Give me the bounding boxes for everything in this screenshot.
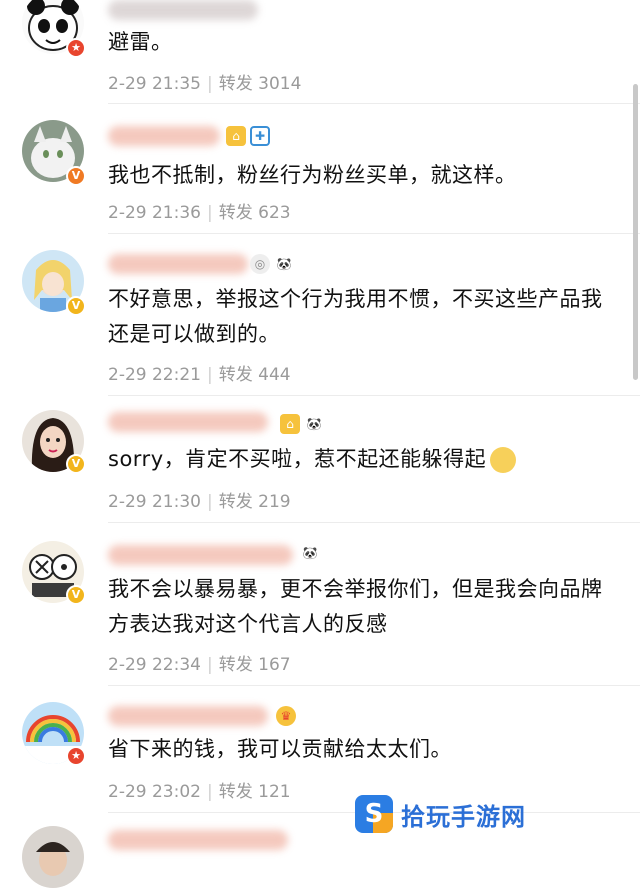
crown-badge-icon: ♛ — [276, 706, 296, 726]
repost-count: 121 — [258, 782, 291, 802]
comment-time: 2-29 22:34 — [108, 655, 201, 675]
divider — [108, 233, 640, 234]
repost-button[interactable]: 转发 623 — [219, 203, 291, 223]
repost-label: 转发 — [218, 74, 253, 94]
verified-v-icon: V — [66, 296, 86, 316]
repost-label: 转发 — [218, 782, 253, 802]
comment-time: 2-29 23:02 — [108, 782, 201, 802]
username[interactable] — [108, 412, 268, 432]
repost-count: 444 — [258, 365, 291, 385]
comment-meta: 2-29 22:34 | 转发 167 — [108, 650, 291, 675]
user-badges: ◎ 🐼 — [250, 254, 294, 274]
username[interactable] — [108, 830, 288, 850]
verified-v-icon: V — [66, 454, 86, 474]
house-badge-icon: ⌂ — [280, 414, 300, 434]
comment-text: 我不会以暴易暴，更不会举报你们，但是我会向品牌方表达我对这个代言人的反感 — [108, 577, 603, 636]
comment-meta: 2-29 21:35 | 转发 3014 — [108, 69, 301, 94]
shield-badge-icon: ✚ — [250, 126, 270, 146]
repost-count: 219 — [258, 492, 291, 512]
watermark-text: 拾玩手游网 — [401, 802, 526, 831]
repost-count: 167 — [258, 655, 291, 675]
repost-label: 转发 — [218, 365, 253, 385]
username[interactable] — [108, 706, 268, 726]
comment-text: sorry，肯定不买啦，惹不起还能躲得起 — [108, 442, 618, 477]
comment-text: 不好意思，举报这个行为我用不惯，不买这些产品我还是可以做到的。 — [108, 287, 603, 346]
repost-count: 3014 — [258, 74, 302, 94]
user-badges: ♛ — [276, 706, 296, 726]
repost-button[interactable]: 转发 167 — [219, 655, 291, 675]
scrollbar[interactable] — [633, 84, 638, 380]
divider-bar: | — [206, 74, 213, 94]
comment-time: 2-29 21:35 — [108, 74, 201, 94]
repost-button[interactable]: 转发 444 — [219, 365, 291, 385]
repost-count: 623 — [258, 203, 291, 223]
comment-text: 我也不抵制，粉丝行为粉丝买单，就这样。 — [108, 163, 517, 187]
comment-meta: 2-29 22:21 | 转发 444 — [108, 360, 291, 385]
comment-meta: 2-29 21:30 | 转发 219 — [108, 487, 291, 512]
repost-label: 转发 — [218, 655, 253, 675]
comment-text-content: sorry，肯定不买啦，惹不起还能躲得起 — [108, 447, 487, 471]
user-badges: 🐼 — [300, 543, 320, 563]
divider-bar: | — [206, 492, 213, 512]
divider — [108, 395, 640, 396]
divider-bar: | — [206, 365, 213, 385]
user-badges: ⌂ ✚ — [226, 126, 270, 146]
panda-badge-icon: 🐼 — [274, 254, 294, 274]
divider-bar: | — [206, 782, 213, 802]
username[interactable] — [108, 254, 248, 274]
watermark: S 拾玩手游网 — [355, 795, 526, 833]
medal-badge-icon: ◎ — [250, 254, 270, 274]
panda-badge-icon: 🐼 — [300, 543, 320, 563]
repost-label: 转发 — [218, 492, 253, 512]
repost-label: 转发 — [218, 203, 253, 223]
comment-text: 避雷。 — [108, 30, 173, 54]
verified-icon: ★ — [66, 38, 86, 58]
awkward-face-emoji-icon — [490, 447, 517, 473]
repost-button[interactable]: 转发 3014 — [219, 74, 302, 94]
username[interactable] — [108, 545, 293, 565]
comment-time: 2-29 21:36 — [108, 203, 201, 223]
avatar[interactable] — [22, 826, 84, 888]
divider-bar: | — [206, 203, 213, 223]
username[interactable] — [108, 126, 220, 146]
divider — [108, 685, 640, 686]
verified-v-icon: V — [66, 166, 86, 186]
verified-v-icon: V — [66, 585, 86, 605]
username[interactable] — [108, 0, 258, 20]
house-badge-icon: ⌂ — [226, 126, 246, 146]
divider-bar: | — [206, 655, 213, 675]
comment-text: 省下来的钱，我可以贡献给太太们。 — [108, 737, 452, 761]
user-badges: ⌂ 🐼 — [280, 414, 324, 434]
comment-meta: 2-29 23:02 | 转发 121 — [108, 777, 291, 802]
comment-meta: 2-29 21:36 | 转发 623 — [108, 198, 291, 223]
repost-button[interactable]: 转发 121 — [219, 782, 291, 802]
comment-time: 2-29 21:30 — [108, 492, 201, 512]
repost-button[interactable]: 转发 219 — [219, 492, 291, 512]
comment-time: 2-29 22:21 — [108, 365, 201, 385]
divider — [108, 522, 640, 523]
panda-badge-icon: 🐼 — [304, 414, 324, 434]
divider — [108, 103, 640, 104]
verified-icon: ★ — [66, 746, 86, 766]
watermark-logo-icon: S — [355, 795, 393, 833]
